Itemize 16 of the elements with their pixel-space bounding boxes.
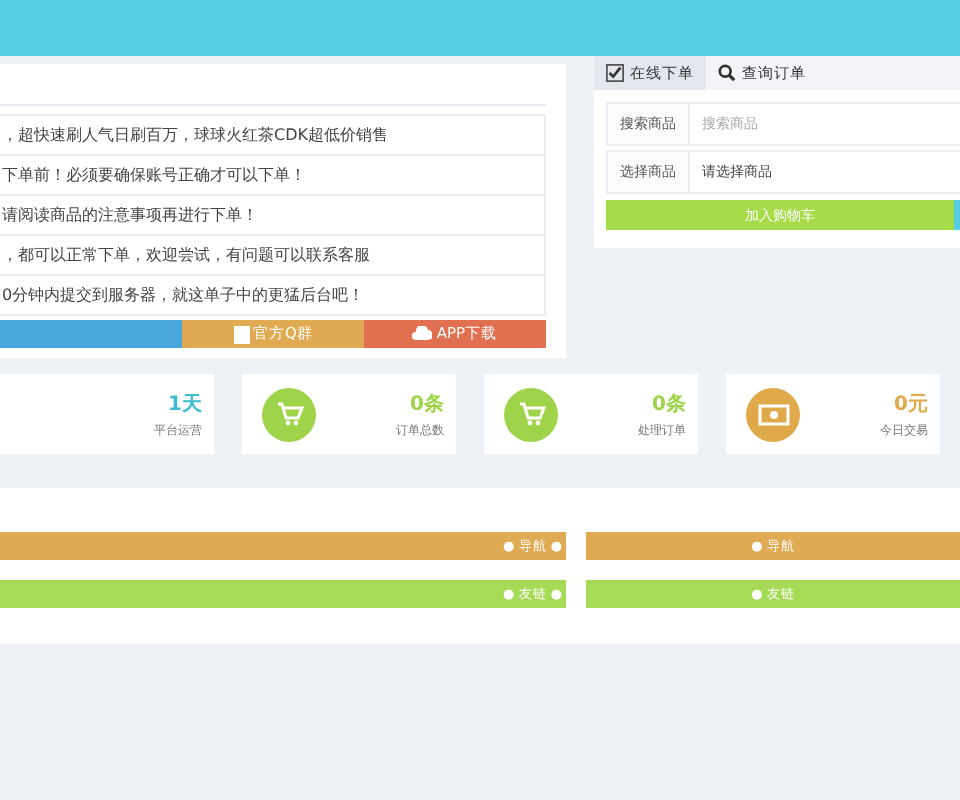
stat-value: 0元 [892,391,928,417]
search-icon [718,64,736,82]
link-button[interactable] [0,320,182,348]
stat-value: 0条 [650,391,686,417]
banknote-icon [757,403,789,425]
stat-value: 0条 [408,391,444,417]
cart-icon [517,402,545,426]
cart-icon [275,402,303,426]
notice-text: ，超快速刷人气日刷百万，球球火红茶CDK超低价销售 [0,114,546,156]
check-icon [606,64,624,82]
notice-text: 0分钟内提交到服务器，就这单子中的更猛后台吧！ [0,274,546,316]
notice-text: 下单前！必须要确保账号正确才可以下单！ [0,154,546,196]
stat-value: 1天 [166,391,202,417]
notice-text: 请阅读商品的注意事项再进行下单！ [0,194,546,236]
document-icon [233,325,250,343]
cloud-icon [412,326,433,342]
